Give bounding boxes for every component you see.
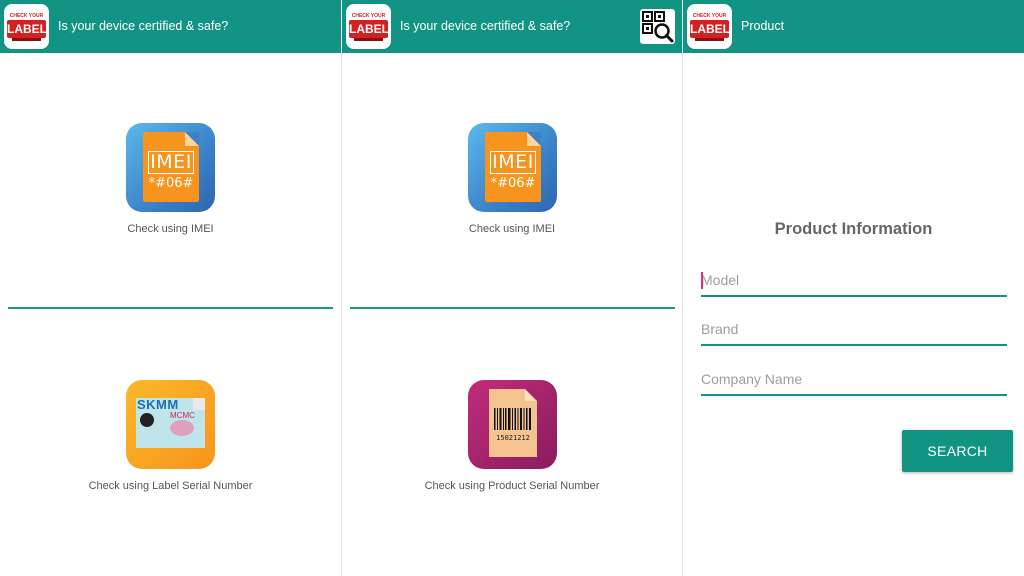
imei-check-button[interactable]: IMEI *#06# <box>468 123 557 212</box>
home-screen-2: CHECK YOUR LABEL Is your device certifie… <box>341 0 682 576</box>
imei-icon-text: IMEI <box>492 151 534 173</box>
app-bar: CHECK YOUR LABEL Is your device certifie… <box>342 0 682 53</box>
product-search-screen: CHECK YOUR LABEL Product Product Informa… <box>682 0 1024 576</box>
logo-underline <box>12 38 41 41</box>
imei-caption[interactable]: Check using IMEI <box>0 223 341 235</box>
page-fold <box>525 389 537 401</box>
app-logo: CHECK YOUR LABEL <box>687 4 732 49</box>
logo-underline <box>695 38 724 41</box>
imei-code-text: *#06# <box>490 176 536 191</box>
product-serial-caption[interactable]: Check using Product Serial Number <box>342 480 682 492</box>
logo-top-text: CHECK YOUR <box>692 13 727 19</box>
page-fold <box>185 132 199 146</box>
barcode-icon <box>494 408 531 430</box>
mcmc-text: MCMC <box>170 411 195 420</box>
imei-caption[interactable]: Check using IMEI <box>342 223 682 235</box>
model-input[interactable] <box>701 265 1007 295</box>
app-logo: CHECK YOUR LABEL <box>4 4 49 49</box>
logo-top-text: CHECK YOUR <box>9 13 44 19</box>
hologram-icon <box>170 420 194 436</box>
brand-field[interactable] <box>701 314 1007 346</box>
app-logo: CHECK YOUR LABEL <box>346 4 391 49</box>
app-bar-title: Is your device certified & safe? <box>400 19 571 33</box>
section-divider <box>8 307 333 309</box>
imei-icon-text: IMEI <box>150 151 192 173</box>
company-name-field[interactable] <box>701 364 1007 396</box>
logo-main-text: LABEL <box>7 20 47 38</box>
skmm-logo-text: SKMM <box>137 397 179 412</box>
app-bar: CHECK YOUR LABEL Is your device certifie… <box>0 0 341 53</box>
product-serial-check-button[interactable]: 15021212 <box>468 380 557 469</box>
section-divider <box>350 307 675 309</box>
logo-main-text: LABEL <box>349 20 389 38</box>
product-information-heading: Product Information <box>774 220 933 238</box>
imei-check-button[interactable]: IMEI *#06# <box>126 123 215 212</box>
imei-code-text: *#06# <box>148 176 194 191</box>
page-fold <box>527 132 541 146</box>
barcode-number: 15021212 <box>496 434 530 442</box>
seal-icon <box>140 413 154 427</box>
qr-search-icon[interactable] <box>640 9 675 44</box>
home-screen-1: CHECK YOUR LABEL Is your device certifie… <box>0 0 341 576</box>
label-serial-caption[interactable]: Check using Label Serial Number <box>0 480 341 492</box>
app-bar-title: Is your device certified & safe? <box>58 19 229 33</box>
app-bar-title: Product <box>741 19 785 33</box>
logo-top-text: CHECK YOUR <box>351 13 386 19</box>
text-cursor <box>701 272 703 289</box>
brand-input[interactable] <box>701 314 1007 344</box>
model-field[interactable] <box>701 265 1007 297</box>
logo-main-text: LABEL <box>690 20 730 38</box>
label-serial-check-button[interactable]: SKMM MCMC <box>126 380 215 469</box>
logo-underline <box>354 38 383 41</box>
search-button[interactable]: SEARCH <box>902 430 1013 472</box>
app-bar: CHECK YOUR LABEL Product <box>683 0 1024 53</box>
company-name-input[interactable] <box>701 364 1007 394</box>
page-fold <box>193 398 205 410</box>
